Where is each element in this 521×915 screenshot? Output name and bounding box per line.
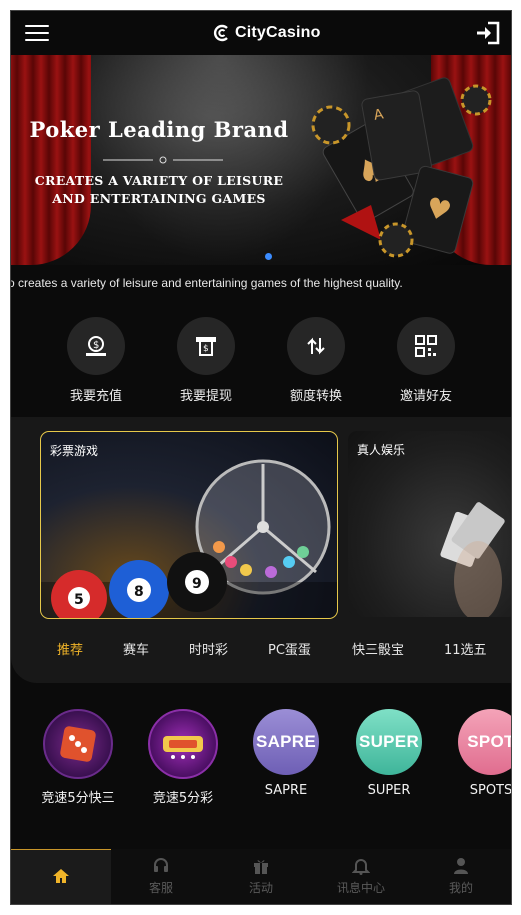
- lottery-card-label: 彩票游戏: [50, 444, 99, 458]
- banner-title: Poker Leading Brand: [29, 117, 289, 142]
- withdraw-button[interactable]: $ 我要提现: [161, 317, 251, 407]
- hot-game-item[interactable]: SPOT SPOTS: [441, 709, 512, 798]
- tab-recommend[interactable]: 推荐: [57, 639, 83, 658]
- sign-in-icon[interactable]: [475, 21, 501, 45]
- deposit-icon: $: [86, 336, 106, 356]
- hamburger-menu-icon[interactable]: [25, 25, 49, 43]
- brand-mark-icon: [213, 24, 228, 42]
- tab-racing[interactable]: 赛车: [123, 639, 149, 658]
- nav-messages[interactable]: 讯息中心: [311, 849, 411, 904]
- qr-code-icon: [415, 335, 437, 357]
- live-casino-card[interactable]: ♣ 真人娱乐: [348, 431, 511, 617]
- sapre-icon: SAPRE: [253, 709, 319, 775]
- live-card-label: 真人娱乐: [357, 443, 406, 457]
- hot-games-list: 竞速5分快三 竞速5分彩 SAPRE SAPRE SUPER SUPER SPO…: [11, 709, 512, 809]
- dice-game-icon: [43, 709, 113, 779]
- hot-game-item[interactable]: 竞速5分彩: [133, 709, 233, 806]
- marquee-text: o creates a variety of leisure and enter…: [11, 276, 403, 290]
- svg-text:$: $: [203, 344, 209, 354]
- hot-game-label: SUPER: [367, 783, 411, 798]
- sapre-badge-text: SAPRE: [255, 732, 317, 751]
- nav-label: 活动: [248, 881, 273, 895]
- user-icon: [454, 858, 468, 874]
- withdraw-label: 我要提现: [179, 389, 232, 404]
- racing-lottery-icon: [148, 709, 218, 779]
- nav-customer-service[interactable]: 客服: [111, 849, 211, 904]
- nav-label: 讯息中心: [336, 881, 385, 895]
- banner-subtitle-2: AND ENTERTAINING GAMES: [52, 191, 266, 206]
- quick-actions: $ 我要充值 $ 我要提现 额度转换 邀请好友: [11, 317, 511, 407]
- hot-game-label: 竞速5分彩: [152, 791, 214, 806]
- carousel-dot-active[interactable]: [265, 253, 272, 260]
- deposit-button[interactable]: $ 我要充值: [51, 317, 141, 407]
- bell-icon: [352, 859, 370, 875]
- nav-label: 我的: [448, 881, 473, 895]
- transfer-button[interactable]: 额度转换: [271, 317, 361, 407]
- super-icon: SUPER: [356, 709, 422, 775]
- transfer-label: 额度转换: [289, 389, 342, 404]
- invite-button[interactable]: 邀请好友: [381, 317, 471, 407]
- svg-text:8: 8: [134, 584, 144, 600]
- deposit-label: 我要充值: [69, 389, 122, 404]
- brand-name: CityCasino: [235, 24, 321, 41]
- brand-logo[interactable]: CityCasino: [213, 21, 321, 45]
- lottery-illustration: 5 8 9: [41, 459, 337, 618]
- gift-icon: [254, 860, 268, 874]
- games-panel: 5 8 9 彩票游戏 ♣ 真人娱乐 推荐 赛车: [11, 417, 511, 683]
- hot-game-label: 竞速5分快三: [41, 791, 115, 806]
- banner-divider: [103, 156, 223, 164]
- promo-banner[interactable]: ♦ ♠ A ♥ Poker Leading Brand: [11, 55, 511, 265]
- lottery-game-card[interactable]: 5 8 9 彩票游戏: [40, 431, 338, 619]
- super-badge-text: SUPER: [358, 732, 420, 751]
- tab-ssc[interactable]: 时时彩: [189, 639, 228, 658]
- transfer-icon: [307, 337, 325, 355]
- nav-promotions[interactable]: 活动: [211, 849, 311, 904]
- svg-text:$: $: [93, 340, 99, 351]
- app-frame: CityCasino ♦ ♠ A: [10, 10, 512, 905]
- svg-text:9: 9: [192, 576, 202, 592]
- hot-game-item[interactable]: 竞速5分快三: [28, 709, 128, 806]
- nav-profile[interactable]: 我的: [411, 849, 511, 904]
- curtain-left: [11, 55, 91, 265]
- banner-subtitle-1: CREATES A VARIETY OF LEISURE: [34, 173, 284, 188]
- tab-k3-dice[interactable]: 快三骰宝: [352, 639, 404, 658]
- hot-game-item[interactable]: SUPER SUPER: [339, 709, 439, 798]
- spots-icon: SPOT: [458, 709, 512, 775]
- category-tabs: 推荐 赛车 时时彩 PC蛋蛋 快三骰宝 11选五: [11, 639, 511, 663]
- withdraw-icon: $: [196, 337, 216, 356]
- hot-game-item[interactable]: SAPRE SAPRE: [236, 709, 336, 798]
- hot-game-label: SAPRE: [264, 783, 308, 798]
- spots-badge-text: SPOT: [467, 732, 512, 751]
- nav-home[interactable]: [11, 849, 111, 904]
- poker-cards-illustration: ♦ ♠ A ♥: [311, 77, 492, 258]
- tab-pc-egg[interactable]: PC蛋蛋: [268, 639, 311, 658]
- invite-label: 邀请好友: [399, 389, 452, 404]
- hot-game-label: SPOTS: [469, 783, 512, 798]
- tab-11x5[interactable]: 11选五: [444, 639, 487, 658]
- announcement-marquee[interactable]: o creates a variety of leisure and enter…: [11, 273, 511, 295]
- live-casino-illustration: ♣: [440, 502, 505, 617]
- headset-icon: [154, 858, 168, 872]
- bottom-navigation: 客服 活动 讯息中心 我的: [11, 849, 511, 904]
- top-header: CityCasino: [11, 11, 511, 55]
- home-icon: [53, 869, 69, 883]
- svg-text:5: 5: [74, 592, 84, 608]
- nav-label: 客服: [148, 881, 173, 895]
